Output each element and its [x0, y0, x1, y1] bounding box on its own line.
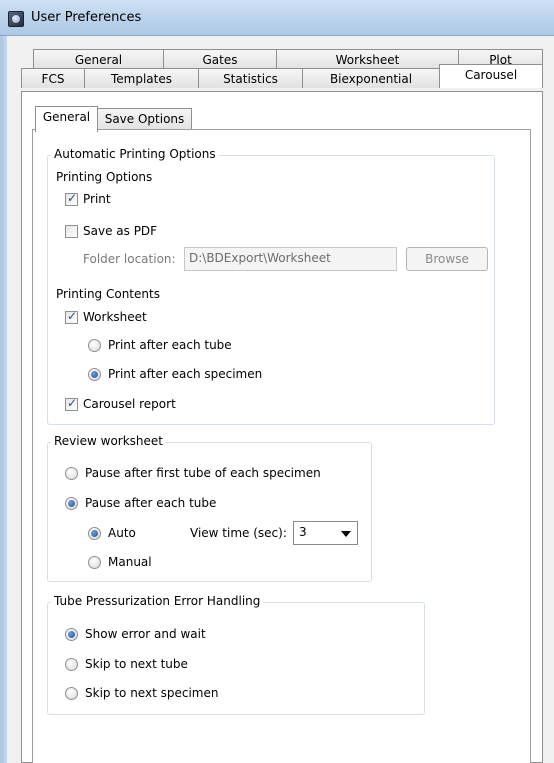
- carousel-report-label[interactable]: Carousel report: [83, 397, 176, 411]
- view-time-value: 3: [299, 525, 307, 539]
- tab-statistics[interactable]: Statistics: [198, 68, 303, 88]
- tube-pressurization-title: Tube Pressurization Error Handling: [51, 594, 264, 608]
- print-label[interactable]: Print: [83, 192, 111, 206]
- print-checkbox[interactable]: [65, 191, 78, 206]
- manual-label[interactable]: Manual: [108, 555, 152, 569]
- skip-to-next-specimen-radio[interactable]: [65, 687, 78, 700]
- auto-radio[interactable]: [88, 527, 101, 540]
- review-worksheet-title: Review worksheet: [51, 434, 166, 448]
- tab-biexponential[interactable]: Biexponential: [302, 68, 440, 88]
- print-after-each-specimen-radio[interactable]: [88, 368, 101, 381]
- pause-after-each-tube-label[interactable]: Pause after each tube: [85, 496, 216, 510]
- save-as-pdf-label[interactable]: Save as PDF: [83, 224, 157, 238]
- show-error-and-wait-label[interactable]: Show error and wait: [85, 627, 206, 641]
- show-error-and-wait-radio[interactable]: [65, 628, 78, 641]
- tab-worksheet[interactable]: Worksheet: [276, 49, 459, 69]
- window-frame: [0, 36, 7, 763]
- tab-gates[interactable]: Gates: [163, 49, 277, 69]
- browse-button[interactable]: Browse: [406, 247, 488, 271]
- pause-after-first-tube-radio[interactable]: [65, 467, 78, 480]
- printing-contents-heading: Printing Contents: [56, 287, 160, 301]
- tab-fcs[interactable]: FCS: [21, 68, 85, 88]
- worksheet-checkbox[interactable]: [65, 309, 78, 324]
- app-icon: [8, 11, 24, 27]
- manual-radio[interactable]: [88, 556, 101, 569]
- subtab-save-options[interactable]: Save Options: [97, 108, 192, 130]
- pause-after-first-tube-label[interactable]: Pause after first tube of each specimen: [85, 466, 321, 480]
- tab-carousel[interactable]: Carousel: [439, 64, 543, 88]
- subtab-general[interactable]: General: [35, 106, 98, 132]
- save-as-pdf-checkbox[interactable]: [65, 225, 78, 238]
- folder-location-label: Folder location:: [83, 252, 176, 266]
- auto-label[interactable]: Auto: [108, 526, 136, 540]
- automatic-printing-title: Automatic Printing Options: [51, 147, 219, 161]
- title-bar: User Preferences: [0, 0, 554, 36]
- print-after-each-tube-radio[interactable]: [88, 339, 101, 352]
- pause-after-each-tube-radio[interactable]: [65, 497, 78, 510]
- skip-to-next-tube-radio[interactable]: [65, 658, 78, 671]
- view-time-select[interactable]: 3: [293, 521, 358, 545]
- printing-options-heading: Printing Options: [56, 170, 153, 184]
- chevron-down-icon[interactable]: [341, 531, 351, 537]
- tab-general[interactable]: General: [33, 49, 164, 69]
- view-time-label: View time (sec):: [190, 526, 287, 540]
- skip-to-next-tube-label[interactable]: Skip to next tube: [85, 657, 188, 671]
- tab-templates[interactable]: Templates: [84, 68, 199, 88]
- folder-location-field[interactable]: D:\BDExport\Worksheet: [184, 247, 397, 271]
- print-after-each-specimen-label[interactable]: Print after each specimen: [108, 367, 262, 381]
- skip-to-next-specimen-label[interactable]: Skip to next specimen: [85, 686, 218, 700]
- window-title: User Preferences: [31, 10, 142, 25]
- carousel-report-checkbox[interactable]: [65, 396, 78, 411]
- print-after-each-tube-label[interactable]: Print after each tube: [108, 338, 232, 352]
- worksheet-label[interactable]: Worksheet: [83, 310, 147, 324]
